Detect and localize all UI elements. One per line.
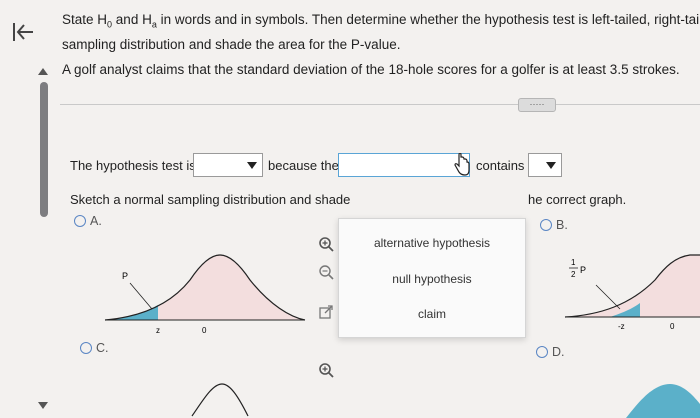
sketch-instruction-tail: he correct graph. — [528, 192, 627, 207]
option-d-radio[interactable]: D. — [536, 345, 565, 359]
question-line1-pre: State H — [62, 12, 108, 27]
statement-contains: contains — [476, 158, 525, 173]
radio-circle-b[interactable] — [540, 219, 552, 231]
graph-c-curve — [191, 383, 249, 417]
graph-a-z-label: z — [156, 326, 160, 335]
question-line1-mid: and H — [112, 12, 152, 27]
graph-a-zero-label: 0 — [202, 326, 207, 335]
option-c-radio[interactable]: C. — [80, 341, 109, 355]
graph-d — [626, 384, 700, 418]
sketch-instruction: Sketch a normal sampling distribution an… — [70, 192, 351, 207]
graph-b-negz-label: -z — [618, 322, 625, 331]
graph-a-p-label: P — [122, 271, 128, 281]
problem-statement: A golf analyst claims that the standard … — [62, 62, 680, 77]
scrollbar-thumb[interactable] — [40, 82, 48, 217]
graph-b-half-numerator: 1 — [571, 258, 576, 267]
back-arrow-icon[interactable] — [10, 20, 36, 51]
graph-b-p-pointer — [595, 284, 621, 310]
zoom-out-icon[interactable] — [318, 264, 334, 280]
radio-circle-a[interactable] — [74, 215, 86, 227]
option-d-label: D. — [552, 345, 565, 359]
question-text: State H0 and Ha in words and in symbols.… — [62, 10, 700, 55]
graph-b-p-label: P — [580, 265, 586, 275]
menu-option-claim[interactable]: claim — [339, 307, 525, 321]
zoom-in-icon[interactable] — [318, 236, 334, 252]
option-b-label: B. — [556, 218, 568, 232]
divider — [60, 104, 700, 105]
scroll-down-arrow[interactable] — [38, 402, 48, 409]
external-link-icon[interactable] — [318, 304, 334, 320]
graph-b-half-denominator: 2 — [571, 270, 576, 279]
graph-d-shaded-area — [626, 384, 700, 418]
menu-option-null-hypothesis[interactable]: null hypothesis — [339, 272, 525, 286]
question-line1-post: in words and in symbols. Then determine … — [156, 12, 700, 27]
graph-a-curve-fill — [105, 255, 305, 320]
menu-option-alternative-hypothesis[interactable]: alternative hypothesis — [339, 236, 525, 250]
graph-a: P z 0 — [104, 254, 306, 335]
scroll-up-arrow[interactable] — [38, 68, 48, 75]
contains-dropdown[interactable] — [528, 153, 562, 177]
more-button[interactable]: ····· — [518, 98, 556, 112]
hand-cursor-icon — [452, 152, 472, 177]
chevron-down-icon — [247, 162, 257, 169]
radio-circle-d[interactable] — [536, 346, 548, 358]
option-a-label: A. — [90, 214, 102, 228]
statement-middle: because the — [268, 158, 339, 173]
option-b-radio[interactable]: B. — [540, 218, 568, 232]
graph-b-zero-label: 0 — [670, 322, 675, 331]
option-a-radio[interactable]: A. — [74, 214, 102, 228]
hypothesis-type-dropdown[interactable] — [338, 153, 470, 177]
chevron-down-icon — [546, 162, 556, 169]
statement-prefix: The hypothesis test is — [70, 158, 196, 173]
graph-b: 1 2 P -z 0 — [564, 254, 700, 331]
hypothesis-type-menu: alternative hypothesis null hypothesis c… — [338, 218, 526, 338]
zoom-in-icon[interactable] — [318, 362, 334, 378]
question-line2: sampling distribution and shade the area… — [62, 36, 401, 52]
option-c-label: C. — [96, 341, 109, 355]
tail-type-dropdown[interactable] — [193, 153, 263, 177]
radio-circle-c[interactable] — [80, 342, 92, 354]
graph-a-p-pointer — [129, 282, 153, 310]
graph-c — [191, 383, 249, 417]
